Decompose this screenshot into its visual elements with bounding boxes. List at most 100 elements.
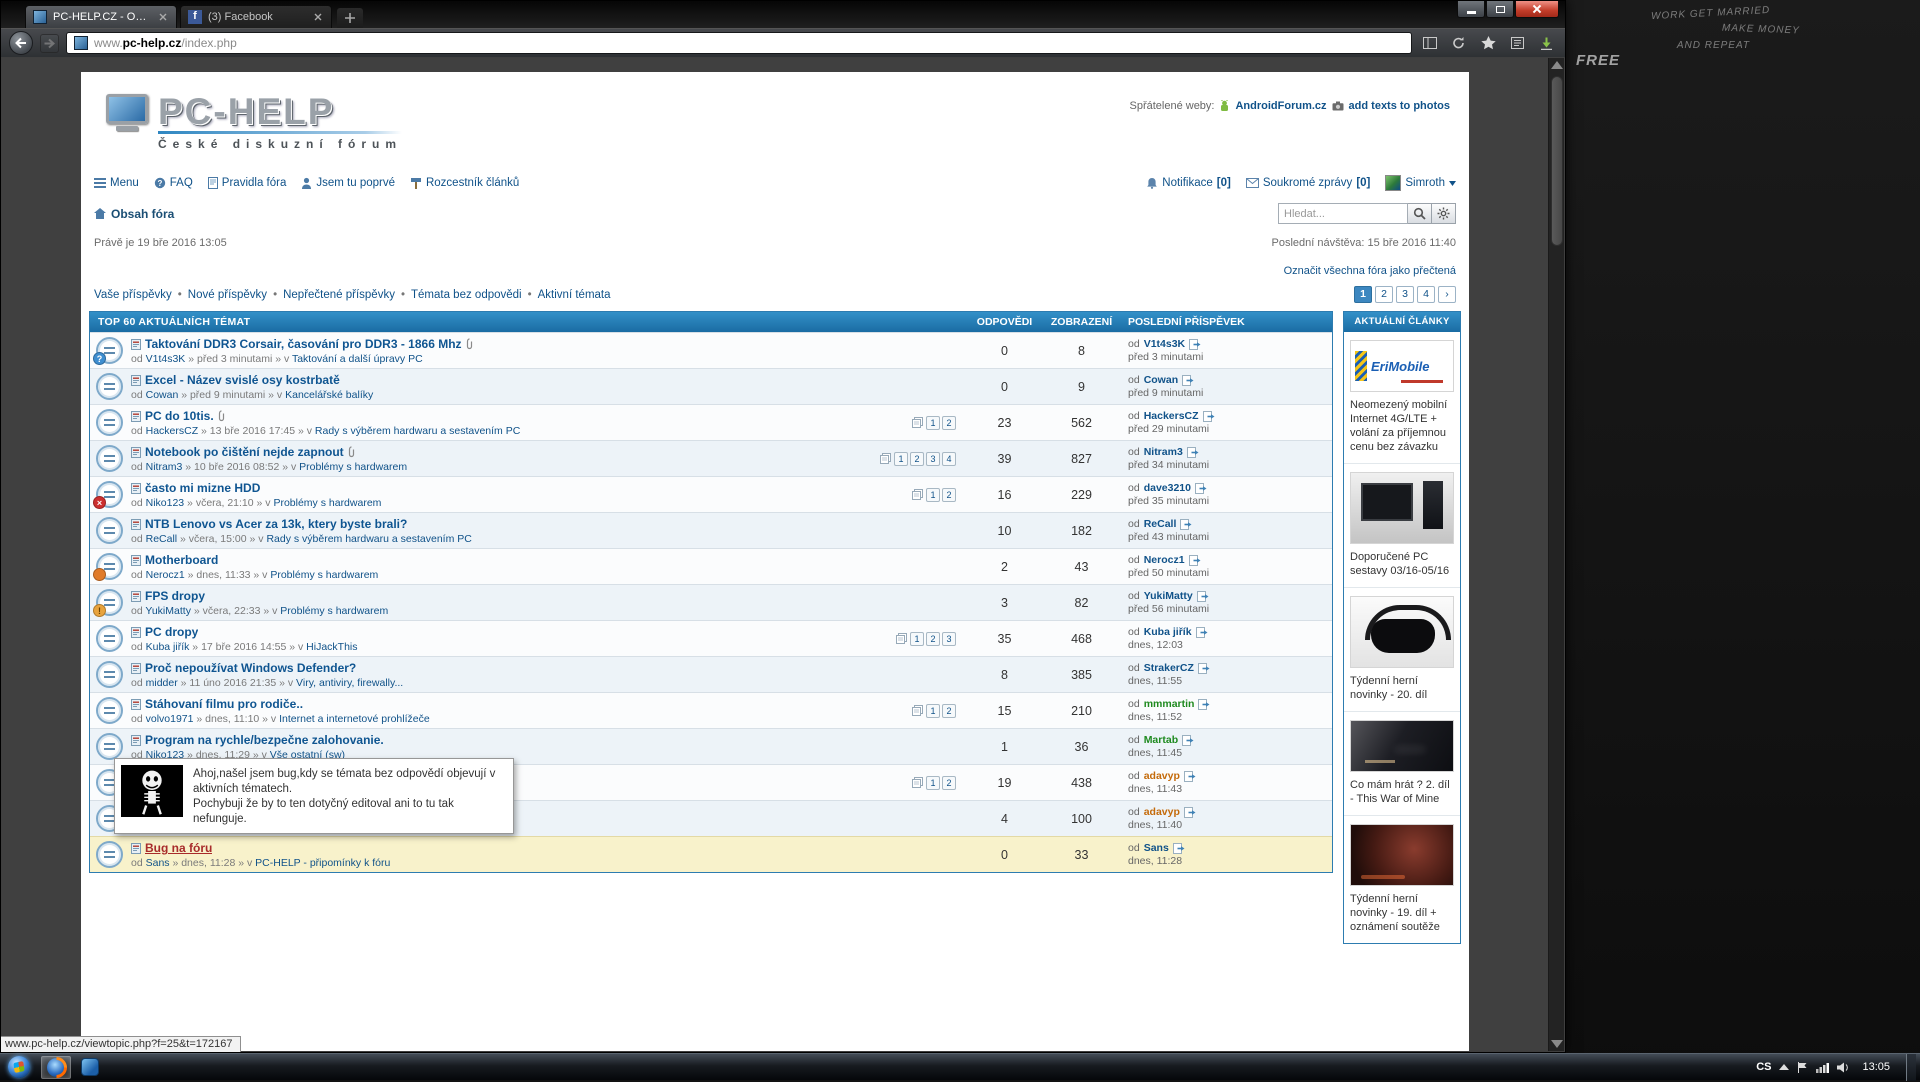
close-window-button[interactable] — [1515, 1, 1559, 18]
taskbar-app-button[interactable] — [75, 1056, 105, 1079]
topic-author-link[interactable]: Sans — [146, 857, 170, 869]
page-button-3[interactable]: 3 — [1396, 286, 1414, 303]
last-post-user-link[interactable]: adavyp — [1144, 806, 1180, 819]
latest-post-icon[interactable] — [1197, 591, 1209, 602]
topic-page-button[interactable]: 1 — [926, 704, 940, 718]
start-button[interactable] — [8, 1056, 30, 1078]
latest-post-icon[interactable] — [1182, 375, 1194, 386]
latest-post-icon[interactable] — [1189, 339, 1201, 350]
new-tab-button[interactable] — [337, 8, 363, 28]
menu-item-rozcestn-k-l-nk-[interactable]: Rozcestník článků — [410, 177, 519, 189]
tray-expand-icon[interactable] — [1779, 1064, 1789, 1070]
maximize-button[interactable] — [1486, 1, 1514, 18]
topic-title-link[interactable]: Notebook po čištění nejde zapnout — [145, 445, 344, 459]
site-logo[interactable]: PC-HELP České diskuzní fórum — [106, 94, 402, 151]
topic-title-link[interactable]: PC do 10tis. — [145, 409, 214, 423]
topic-author-link[interactable]: Niko123 — [146, 497, 185, 509]
topic-page-button[interactable]: 2 — [942, 704, 956, 718]
topic-author-link[interactable]: Nitram3 — [146, 461, 183, 473]
article-item[interactable]: Doporučené PC sestavy 03/16-05/16 — [1344, 463, 1460, 587]
language-indicator[interactable]: CS — [1756, 1061, 1771, 1073]
last-post-user-link[interactable]: dave3210 — [1144, 482, 1191, 495]
quick-link-0[interactable]: Vaše příspěvky — [94, 289, 172, 301]
latest-post-icon[interactable] — [1180, 519, 1192, 530]
mark-forums-read-link[interactable]: Označit všechna fóra jako přečtená — [1284, 265, 1456, 277]
topic-page-button[interactable]: 1 — [926, 776, 940, 790]
vertical-scrollbar[interactable] — [1548, 58, 1564, 1051]
last-post-user-link[interactable]: StrakerCZ — [1144, 662, 1194, 675]
latest-post-icon[interactable] — [1184, 771, 1196, 782]
network-icon[interactable] — [1816, 1062, 1829, 1073]
topic-page-button[interactable]: 3 — [926, 452, 940, 466]
page-button-2[interactable]: 2 — [1375, 286, 1393, 303]
topic-title-link[interactable]: Taktování DDR3 Corsair, časování pro DDR… — [145, 337, 462, 351]
bookmarks-panel-icon[interactable] — [1419, 32, 1441, 54]
topic-title-link[interactable]: Excel - Název svislé osy kostrbatě — [145, 373, 340, 387]
topic-forum-link[interactable]: Viry, antiviry, firewally... — [296, 677, 403, 689]
search-button[interactable] — [1408, 203, 1432, 224]
topic-forum-link[interactable]: Problémy s hardwarem — [280, 605, 388, 617]
page-button-1[interactable]: 1 — [1354, 286, 1372, 303]
topic-page-button[interactable]: 4 — [942, 452, 956, 466]
back-button[interactable] — [9, 31, 33, 55]
topic-forum-link[interactable]: Internet a internetové prohlížeče — [279, 713, 430, 725]
topic-page-button[interactable]: 2 — [926, 632, 940, 646]
quick-link-4[interactable]: Aktivní témata — [538, 289, 611, 301]
topic-page-button[interactable]: 1 — [926, 488, 940, 502]
menu-item-jsem-tu-poprv-[interactable]: Jsem tu poprvé — [301, 177, 395, 189]
last-post-user-link[interactable]: Nerocz1 — [1144, 554, 1185, 567]
topic-page-button[interactable]: 3 — [942, 632, 956, 646]
last-post-user-link[interactable]: mmmartin — [1144, 698, 1195, 711]
topic-page-button[interactable]: 1 — [910, 632, 924, 646]
search-input[interactable] — [1278, 203, 1408, 224]
topic-author-link[interactable]: midder — [146, 677, 178, 689]
tab-close-icon[interactable] — [157, 11, 169, 23]
action-center-icon[interactable] — [1797, 1062, 1808, 1073]
page-button-›[interactable]: › — [1438, 286, 1456, 303]
breadcrumb-obsah-fora[interactable]: Obsah fóra — [111, 207, 174, 221]
user-menu-soukrom-zpr-vy[interactable]: Soukromé zprávy[0] — [1246, 177, 1371, 189]
downloads-icon[interactable] — [1535, 32, 1557, 54]
user-menu-notifikace[interactable]: Notifikace[0] — [1146, 177, 1231, 189]
topic-forum-link[interactable]: Problémy s hardwarem — [299, 461, 407, 473]
last-post-user-link[interactable]: V1t4s3K — [1144, 338, 1185, 351]
forward-button[interactable] — [40, 34, 59, 53]
topic-forum-link[interactable]: Problémy s hardwarem — [273, 497, 381, 509]
last-post-user-link[interactable]: ReCall — [1144, 518, 1177, 531]
topic-forum-link[interactable]: Taktování a další úpravy PC — [292, 353, 423, 365]
topic-title-link[interactable]: Program na rychle/bezpečne zalohovanie. — [145, 733, 384, 747]
taskbar-firefox-button[interactable] — [41, 1056, 71, 1079]
quick-link-3[interactable]: Témata bez odpovědi — [411, 289, 522, 301]
menu-item-menu[interactable]: Menu — [94, 177, 139, 189]
quick-link-2[interactable]: Nepřečtené příspěvky — [283, 289, 395, 301]
last-post-user-link[interactable]: HackersCZ — [1144, 410, 1199, 423]
topic-forum-link[interactable]: HiJackThis — [306, 641, 357, 653]
last-post-user-link[interactable]: Cowan — [1144, 374, 1178, 387]
last-post-user-link[interactable]: Kuba jiřík — [1144, 626, 1192, 639]
volume-icon[interactable] — [1837, 1062, 1850, 1073]
topic-title-link[interactable]: Bug na fóru — [145, 841, 212, 855]
topic-page-button[interactable]: 2 — [910, 452, 924, 466]
topic-forum-link[interactable]: Rady s výběrem hardwaru a sestavením PC — [315, 425, 520, 437]
user-menu-simroth[interactable]: Simroth — [1385, 175, 1456, 191]
advanced-search-button[interactable] — [1432, 203, 1456, 224]
topic-page-button[interactable]: 2 — [942, 776, 956, 790]
topic-title-link[interactable]: Stáhovaní filmu pro rodiče.. — [145, 697, 303, 711]
topic-author-link[interactable]: HackersCZ — [146, 425, 199, 437]
last-post-user-link[interactable]: Martab — [1144, 734, 1178, 747]
latest-post-icon[interactable] — [1173, 843, 1185, 854]
bookmark-star-icon[interactable] — [1477, 32, 1499, 54]
androidforum-link[interactable]: AndroidForum.cz — [1235, 100, 1326, 112]
minimize-button[interactable] — [1457, 1, 1485, 18]
menu-item-pravidla-f-ra[interactable]: Pravidla fóra — [208, 177, 287, 189]
taskbar-clock[interactable]: 13:05 — [1858, 1061, 1894, 1073]
menu-item-faq[interactable]: ?FAQ — [154, 177, 193, 189]
latest-post-icon[interactable] — [1198, 663, 1210, 674]
latest-post-icon[interactable] — [1195, 483, 1207, 494]
page-button-4[interactable]: 4 — [1417, 286, 1435, 303]
scroll-down-arrow[interactable] — [1551, 1040, 1563, 1048]
topic-title-link[interactable]: PC dropy — [145, 625, 198, 639]
last-post-user-link[interactable]: Sans — [1144, 842, 1169, 855]
latest-post-icon[interactable] — [1198, 699, 1210, 710]
article-item[interactable]: Týdenní herní novinky - 20. díl — [1344, 587, 1460, 711]
